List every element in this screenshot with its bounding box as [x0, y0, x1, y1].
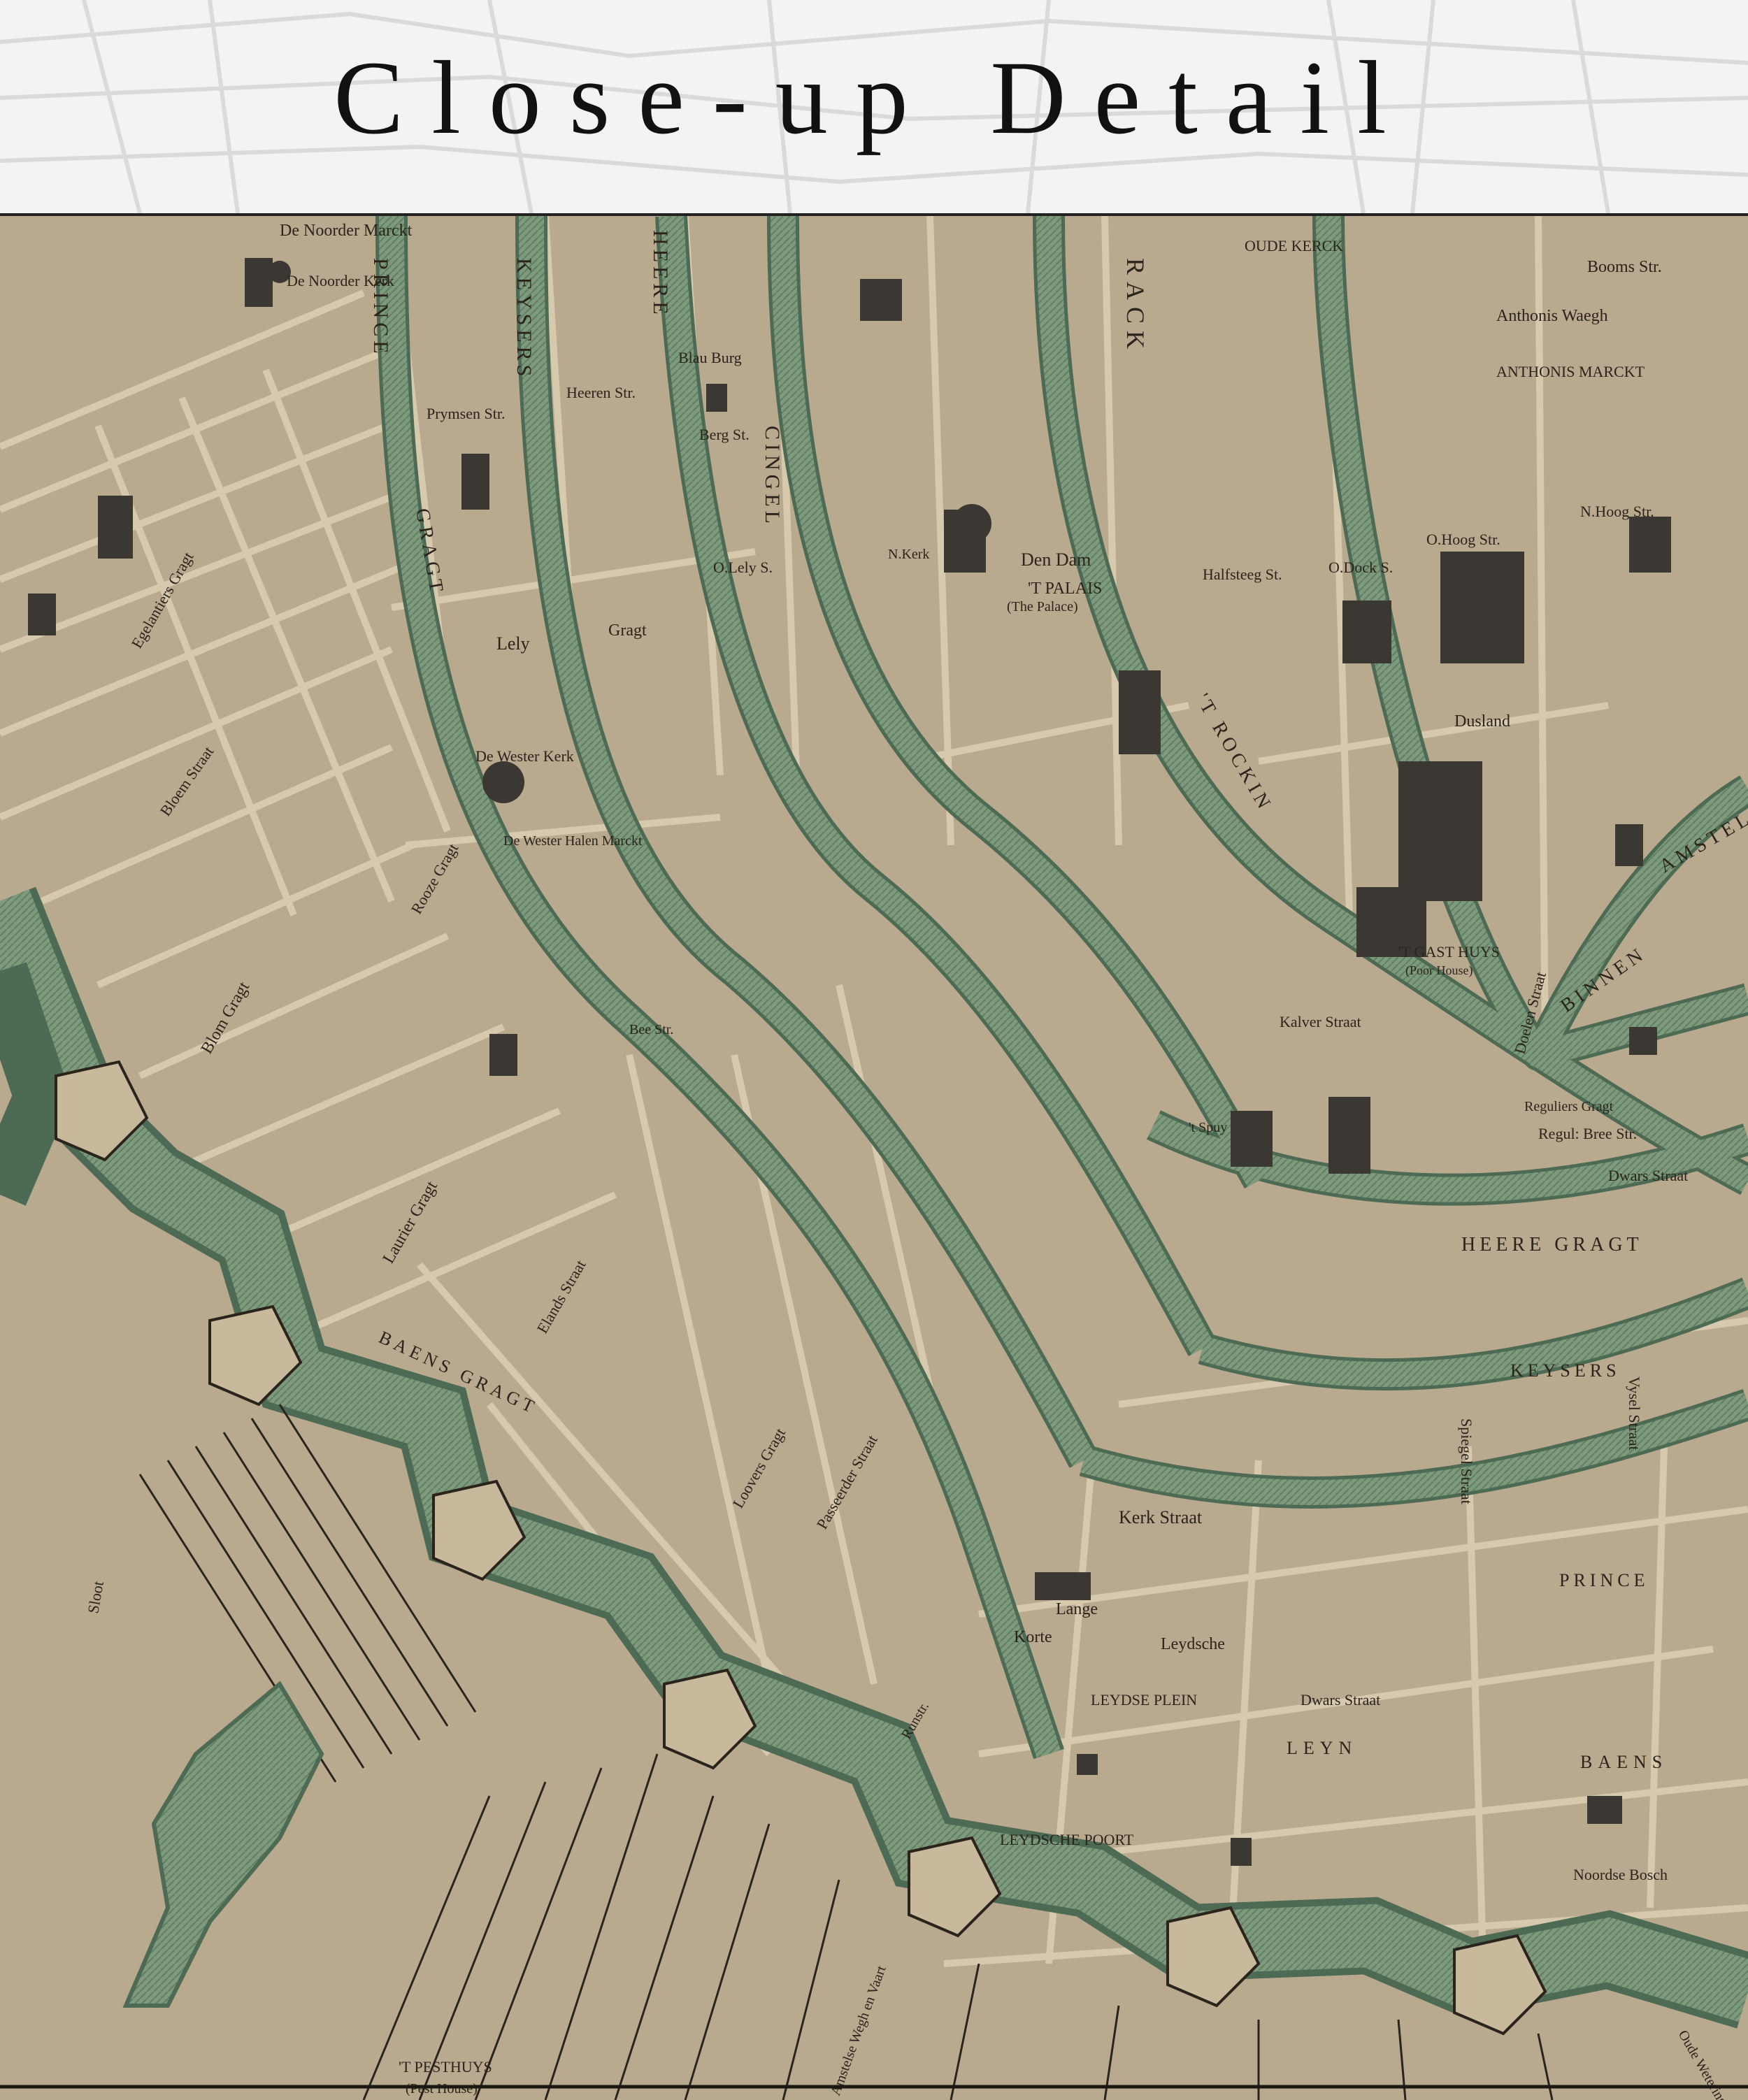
label-prymsen-str: Prymsen Str. [427, 405, 505, 422]
label-bee-str: Bee Str. [629, 1022, 673, 1037]
label-rack: RACK [1122, 258, 1149, 356]
label-heere-gragt: HEERE GRAGT [1461, 1234, 1643, 1256]
label-spiegel: Spiegel Straat [1458, 1418, 1475, 1504]
label-anthonis-marckt: ANTHONIS MARCKT [1496, 363, 1645, 380]
title-banner: Close-up Detail [0, 0, 1748, 213]
map-detail: De Noorder Marckt De Noorder Kerk PRINCE… [0, 213, 1748, 2100]
label-o-dock-s: O.Dock S. [1328, 559, 1393, 576]
label-keysers: KEYSERS [513, 258, 536, 380]
label-cingel: CINGEL [761, 426, 784, 528]
label-lely: Lely [496, 633, 530, 654]
label-berg-st: Berg St. [699, 426, 750, 443]
label-lange: Lange [1056, 1600, 1098, 1618]
label-poor-house: (Poor House) [1405, 963, 1473, 978]
label-leyn: LEYN [1287, 1738, 1357, 1758]
label-wester-marckt: De Wester Halen Marckt [503, 833, 643, 849]
label-kalver-straat: Kalver Straat [1280, 1013, 1361, 1030]
label-leydsche: Leydsche [1161, 1635, 1225, 1653]
label-leydsche-poort: LEYDSCHE POORT [1000, 1831, 1134, 1848]
label-leydse-plein: LEYDSE PLEIN [1091, 1691, 1197, 1709]
label-den-dam: Den Dam [1021, 549, 1091, 570]
label-lely-gragt: Gragt [608, 621, 647, 640]
label-heeren-str: Heeren Str. [566, 384, 636, 401]
label-blau-burg: Blau Burg [678, 349, 742, 366]
label-prince: PRINCE [369, 258, 392, 358]
label-n-kerk: N.Kerk [888, 547, 929, 562]
label-vysel: Vysel Straat [1626, 1376, 1643, 1451]
label-n-hoog-str: N.Hoog Str. [1580, 503, 1654, 520]
label-o-hoog-str: O.Hoog Str. [1426, 531, 1500, 548]
label-oude-kerck: OUDE KERCK [1245, 237, 1343, 254]
label-westerkerk: De Wester Kerk [475, 747, 574, 765]
label-prince-gragt: PRINCE [1559, 1570, 1649, 1590]
label-booms-str: Booms Str. [1587, 258, 1662, 276]
label-halfsteeg: Halfsteeg St. [1203, 566, 1282, 583]
label-regul-bree: Regul: Bree Str. [1538, 1125, 1637, 1142]
label-kerk-straat: Kerk Straat [1119, 1507, 1203, 1527]
label-gast-huys: 'T GAST HUYS [1398, 943, 1500, 961]
label-palace: (The Palace) [1007, 599, 1078, 614]
label-korte: Korte [1014, 1628, 1052, 1646]
label-dwars-straat-2: Dwars Straat [1301, 1691, 1380, 1709]
label-dusland: Dusland [1454, 712, 1510, 731]
label-keysers-gragt: KEYSERS [1510, 1360, 1621, 1381]
label-lely-s: O.Lely S. [713, 559, 773, 576]
label-pesthuys: 'T PESTHUYS [399, 2058, 492, 2076]
label-spuy: 't Spuy [1189, 1120, 1227, 1135]
label-anthonis-waegh: Anthonis Waegh [1496, 307, 1608, 325]
label-heere: HEERE [649, 230, 672, 319]
label-pest-house: (Pest House) [406, 2081, 478, 2097]
amsterdam-map: De Noorder Marckt De Noorder Kerk PRINCE… [0, 216, 1748, 2100]
label-palais: 'T PALAIS [1028, 580, 1102, 598]
page-title: Close-up Detail [0, 28, 1748, 168]
label-baens: BAENS [1580, 1752, 1668, 1772]
label-dwars-straat-1: Dwars Straat [1608, 1167, 1688, 1184]
label-noordse-bosch: Noordse Bosch [1573, 1866, 1668, 1883]
label-noorder-marckt: De Noorder Marckt [280, 222, 413, 240]
label-reguliers: Reguliers Gragt [1524, 1099, 1614, 1114]
